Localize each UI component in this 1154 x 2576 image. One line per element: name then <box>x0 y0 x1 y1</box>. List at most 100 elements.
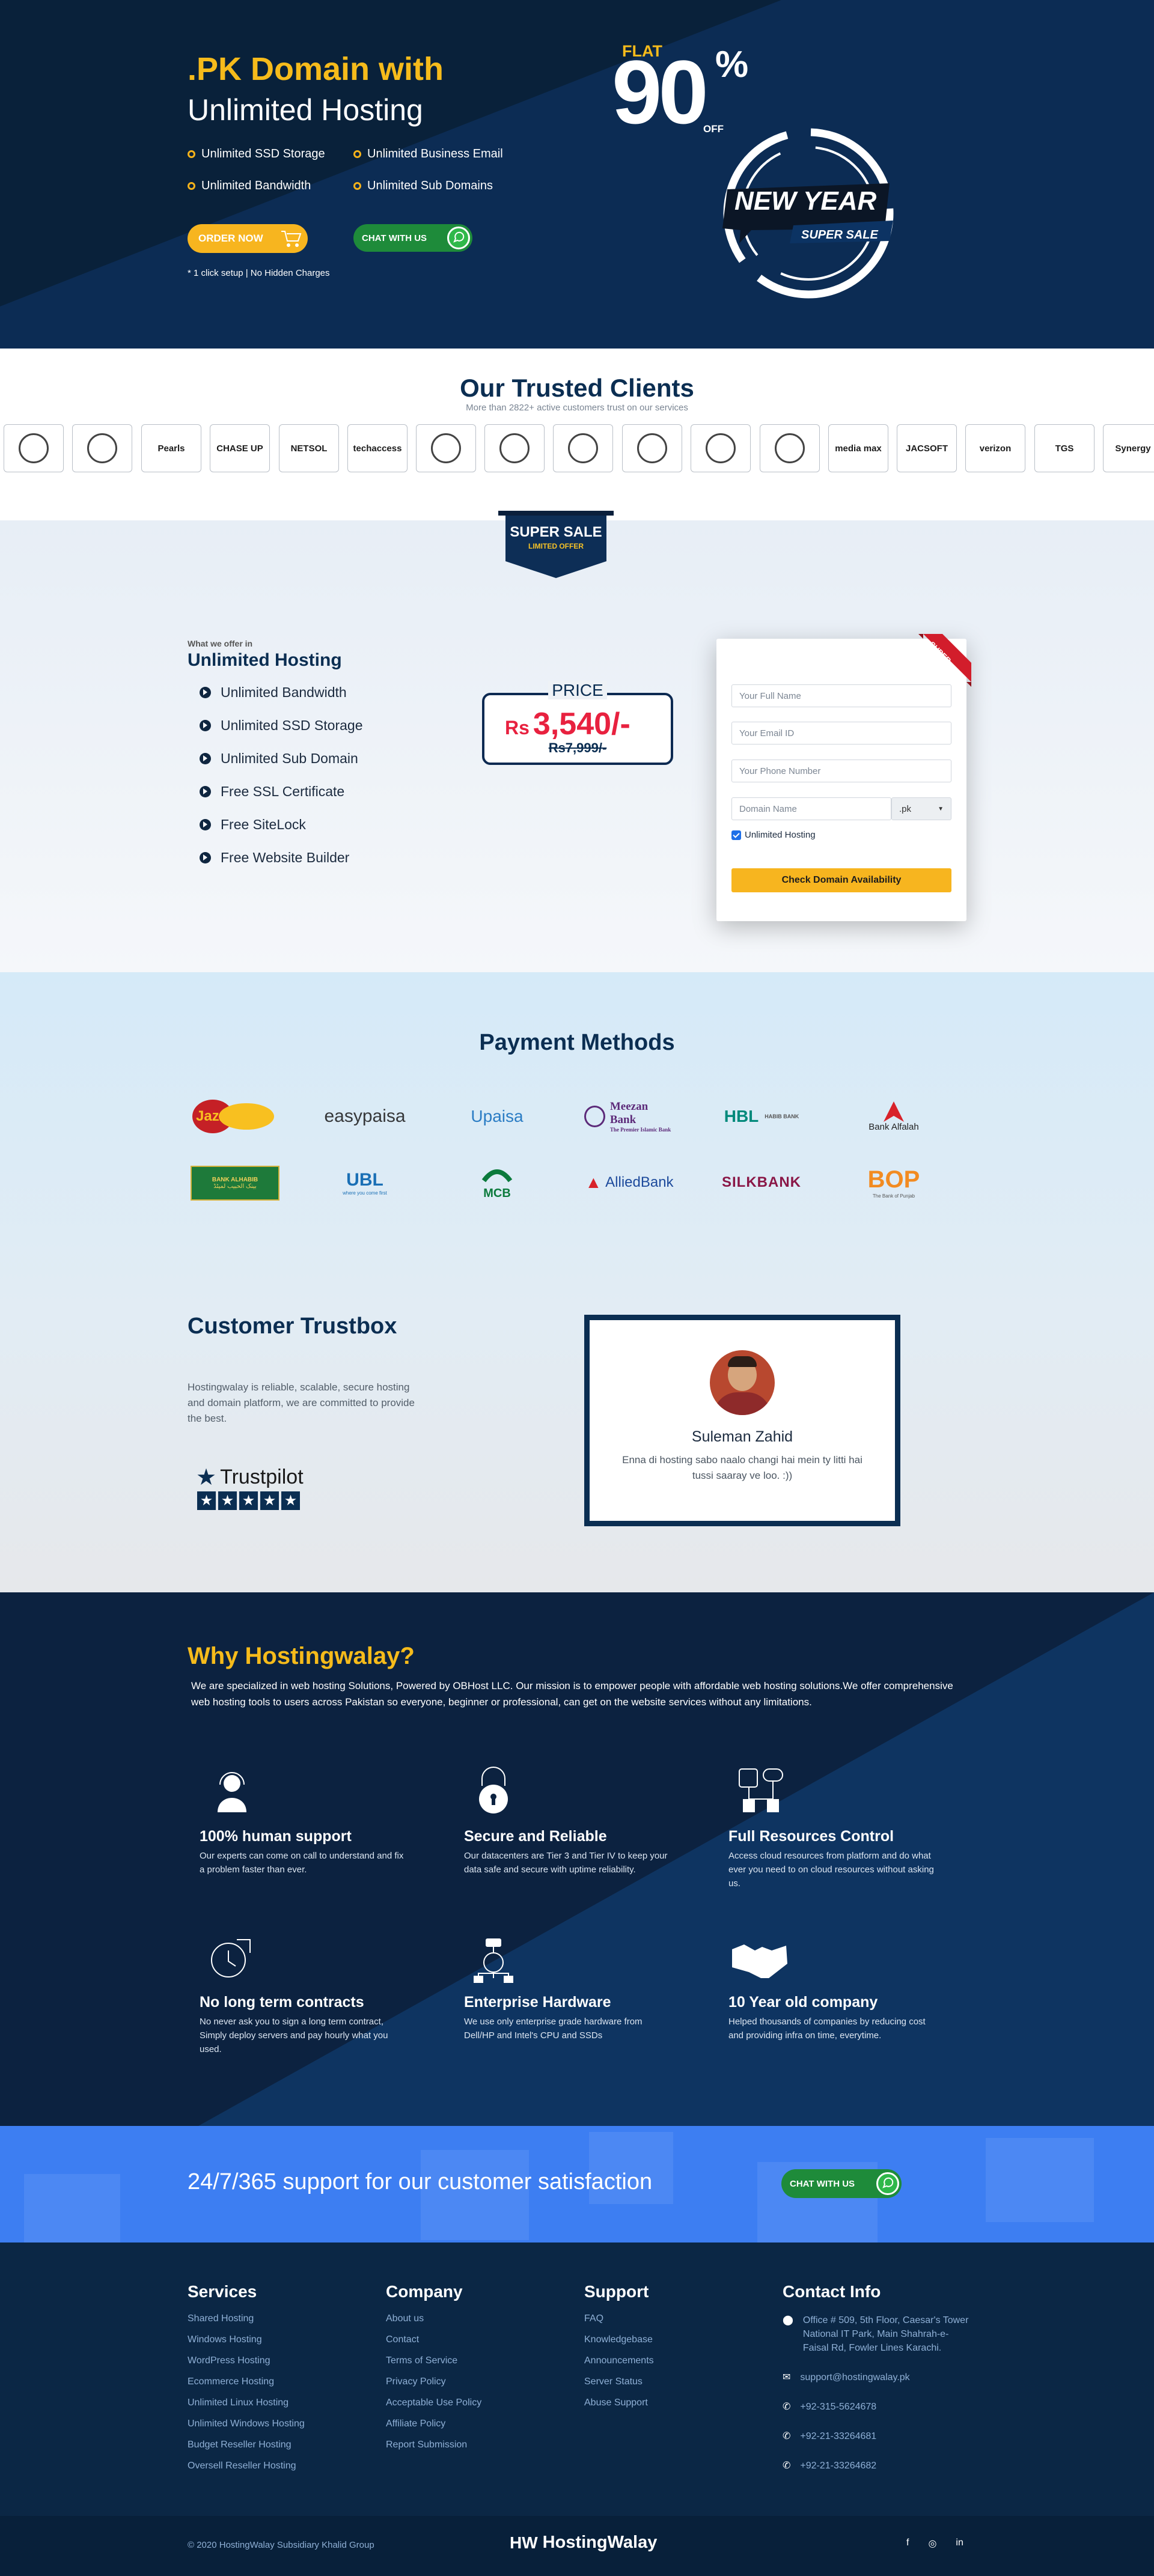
footer-link[interactable]: Abuse Support <box>584 2398 654 2419</box>
footer-link[interactable]: Unlimited Windows Hosting <box>188 2419 305 2440</box>
client-logo: techaccess <box>347 424 408 472</box>
payment-logo-ubl: UBL where you come first <box>343 1169 387 1196</box>
why-intro: We are specialized in web hosting Soluti… <box>191 1680 953 1708</box>
client-emblem-icon <box>568 433 598 463</box>
email-input[interactable]: Your Email ID <box>731 722 951 744</box>
footer-link[interactable]: WordPress Hosting <box>188 2355 305 2377</box>
footer-support: Support FAQ Knowledgebase Announcements Ser… <box>584 2282 654 2419</box>
footer-link[interactable]: Ecommerce Hosting <box>188 2377 305 2398</box>
offer-kicker: What we offer in <box>188 639 253 648</box>
trustpilot-star-icon: ★ <box>196 1465 217 1490</box>
copyright: © 2020 HostingWalay Subsidiary Khalid Gr… <box>188 2540 374 2550</box>
phone-icon: ✆ <box>783 2431 791 2441</box>
support-band-text: 24/7/365 support for our customer satisf… <box>188 2169 653 2194</box>
tld-select[interactable]: .pk ▼ <box>891 797 951 820</box>
footer-link[interactable]: FAQ <box>584 2313 654 2334</box>
trustpilot-logo: ★ Trustpilot <box>196 1465 304 1490</box>
domain-name-input[interactable]: Domain Name <box>731 797 891 820</box>
whatsapp-icon <box>447 227 470 249</box>
chat-with-us-button[interactable]: CHAT WITH US <box>353 224 472 252</box>
client-logo <box>760 424 820 472</box>
footer-link[interactable]: About us <box>386 2313 481 2334</box>
list-item: Free Website Builder <box>200 841 363 874</box>
client-logo <box>4 424 64 472</box>
clients-subtitle: More than 2822+ active customers trust o… <box>466 403 688 413</box>
payment-section <box>0 972 1154 1592</box>
payment-logo-bop: BOP The Bank of Punjab <box>867 1166 920 1199</box>
why-item: 10 Year old company Helped thousands of c… <box>728 1994 926 2041</box>
new-year-label: NEW YEAR <box>734 186 877 216</box>
footer-link[interactable]: Server Status <box>584 2377 654 2398</box>
client-logo: CHASE UP <box>210 424 270 472</box>
footer-link[interactable]: Budget Reseller Hosting <box>188 2440 305 2461</box>
footer-heading: Services <box>188 2282 257 2301</box>
discount-number: 90 <box>612 41 709 142</box>
contact-phone[interactable]: ✆ +92-21-33264681 <box>783 2429 969 2443</box>
client-logo: verizon <box>965 424 1025 472</box>
footer-heading: Contact Info <box>783 2282 881 2301</box>
bullet-icon <box>353 150 361 158</box>
cart-icon <box>281 231 302 247</box>
hero-background <box>0 0 1154 349</box>
payment-logo-hbl: HBL HABIB BANK <box>724 1107 799 1125</box>
payment-logo-meezan: Meezan Bank The Premier Islamic Bank <box>584 1097 674 1136</box>
band-chat-button[interactable]: CHAT WITH US <box>781 2169 902 2198</box>
client-emblem-icon <box>431 433 461 463</box>
client-emblem-icon <box>775 433 805 463</box>
unlimited-hosting-checkbox[interactable]: Unlimited Hosting <box>731 830 816 840</box>
check-domain-button[interactable]: Check Domain Availability <box>731 868 951 892</box>
footer-bottom-bar: © 2020 HostingWalay Subsidiary Khalid Gr… <box>0 2516 1154 2576</box>
footer-link[interactable]: Windows Hosting <box>188 2334 305 2355</box>
hw-logo-icon: HW <box>510 2533 538 2552</box>
footer-contact: Contact Info ⬤ Office # 509, 5th Floor, C… <box>783 2282 969 2488</box>
payment-logo-alfalah: Bank Alfalah <box>849 1097 939 1136</box>
client-logo: Synergy <box>1103 424 1154 472</box>
linkedin-icon[interactable]: in <box>956 2538 963 2550</box>
footer-link[interactable]: Unlimited Linux Hosting <box>188 2398 305 2419</box>
contact-email[interactable]: ✉ support@hostingwalay.pk <box>783 2370 969 2384</box>
bullet-icon <box>188 150 195 158</box>
star-icon: ★ <box>197 1491 216 1510</box>
trustbox-title: Customer Trustbox <box>188 1314 397 1339</box>
footer-link[interactable]: Contact <box>386 2334 481 2355</box>
map-pin-icon: ⬤ <box>783 2315 793 2325</box>
domain-check-form: SUPER SALE Your Full Name Your Email ID … <box>716 634 971 921</box>
order-now-button[interactable]: ORDER NOW <box>188 224 308 253</box>
footer-link[interactable]: Privacy Policy <box>386 2377 481 2398</box>
bullet-icon <box>188 182 195 190</box>
contact-phone[interactable]: ✆ +92-21-33264682 <box>783 2459 969 2473</box>
facebook-icon[interactable]: f <box>906 2538 909 2550</box>
payment-logo-jazzcash: JazzCash <box>188 1097 278 1136</box>
client-logo: Pearls <box>141 424 201 472</box>
client-logo <box>622 424 682 472</box>
why-title: Why Hostingwalay? <box>188 1643 415 1669</box>
footer-brand-logo[interactable]: HW HostingWalay <box>510 2533 657 2553</box>
price-box: PRICE Rs 3,540/- Rs7,999/- <box>482 681 673 765</box>
list-item: Unlimited SSD Storage <box>200 709 363 742</box>
play-bullet-icon <box>200 852 211 863</box>
hero-feature: Unlimited Business Email <box>353 147 503 161</box>
footer-link[interactable]: Shared Hosting <box>188 2313 305 2334</box>
footer-link[interactable]: Oversell Reseller Hosting <box>188 2461 305 2482</box>
allied-mark-icon: ▲ <box>585 1173 602 1192</box>
contact-phone[interactable]: ✆ +92-315-5624678 <box>783 2400 969 2414</box>
social-links: f ◎ in <box>906 2538 963 2550</box>
full-name-input[interactable]: Your Full Name <box>731 684 951 707</box>
play-bullet-icon <box>200 687 211 698</box>
payment-logo-mcb: MCB <box>452 1163 542 1202</box>
footer-heading: Support <box>584 2282 649 2301</box>
why-item: Secure and Reliable Our datacenters are T… <box>464 1828 668 1875</box>
footer-link[interactable]: Announcements <box>584 2355 654 2377</box>
hero-section: .PK Domain with Unlimited Hosting Unlimi… <box>0 0 1154 349</box>
client-logo <box>691 424 751 472</box>
play-bullet-icon <box>200 753 211 764</box>
footer-link[interactable]: Acceptable Use Policy <box>386 2398 481 2419</box>
footer-link[interactable]: Report Submission <box>386 2440 481 2461</box>
footer-link[interactable]: Knowledgebase <box>584 2334 654 2355</box>
instagram-icon[interactable]: ◎ <box>928 2538 936 2550</box>
phone-input[interactable]: Your Phone Number <box>731 760 951 782</box>
footer-link[interactable]: Terms of Service <box>386 2355 481 2377</box>
footer-heading: Company <box>386 2282 463 2301</box>
handshake-icon <box>732 1944 787 1978</box>
footer-link[interactable]: Affiliate Policy <box>386 2419 481 2440</box>
